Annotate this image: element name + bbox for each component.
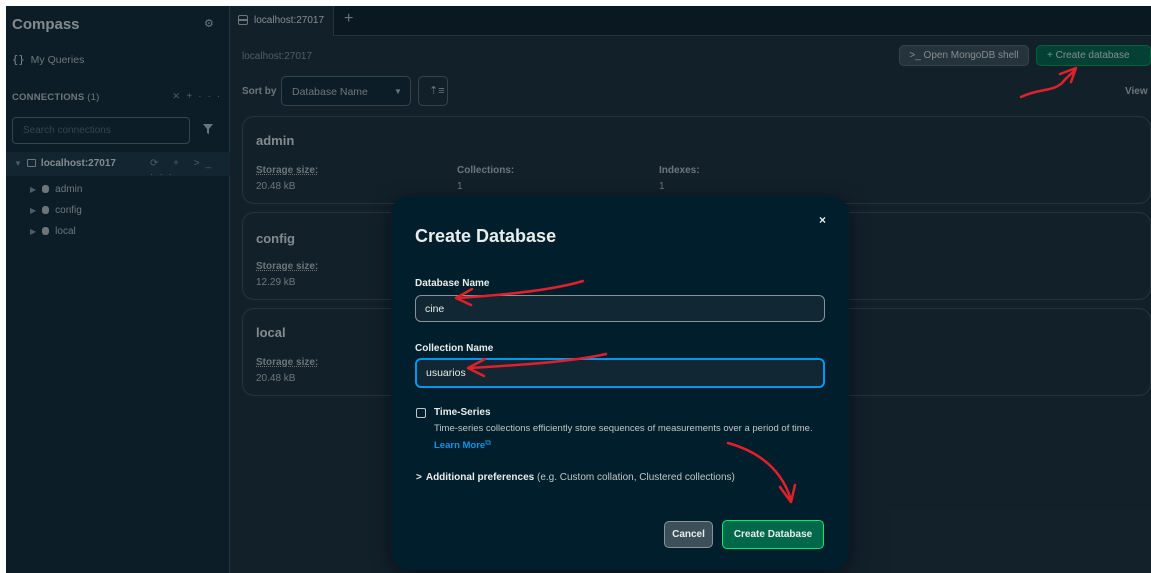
collection-name-field[interactable] bbox=[415, 358, 825, 388]
timeseries-description: Time-series collections efficiently stor… bbox=[434, 422, 824, 453]
database-name-input[interactable] bbox=[416, 296, 824, 321]
timeseries-desc-text: Time-series collections efficiently stor… bbox=[434, 423, 813, 434]
learn-more-link[interactable]: Learn More bbox=[434, 440, 485, 451]
timeseries-checkbox[interactable] bbox=[416, 408, 426, 418]
modal-title: Create Database bbox=[415, 226, 557, 246]
external-link-icon: ⧉ bbox=[485, 438, 491, 447]
additional-preferences-hint: (e.g. Custom collation, Clustered collec… bbox=[536, 472, 735, 483]
cancel-button[interactable]: Cancel bbox=[664, 521, 713, 548]
collection-name-input[interactable] bbox=[417, 360, 823, 386]
create-database-submit-button[interactable]: Create Database bbox=[722, 520, 824, 549]
additional-preferences-label: Additional preferences bbox=[425, 472, 535, 483]
database-name-label: Database Name bbox=[415, 278, 490, 289]
database-name-field[interactable] bbox=[415, 295, 825, 322]
compass-window: Compass ⚙ {} My Queries CONNECTIONS (1) ⨯… bbox=[6, 6, 1151, 573]
collection-name-label: Collection Name bbox=[415, 343, 494, 354]
additional-preferences-toggle[interactable]: > Additional preferences (e.g. Custom col… bbox=[416, 472, 735, 483]
chevron-right-icon: > bbox=[416, 472, 422, 483]
close-icon[interactable]: × bbox=[819, 213, 826, 227]
create-database-modal: × Create Database Database Name Collecti… bbox=[391, 196, 849, 570]
timeseries-label: Time-Series bbox=[434, 407, 491, 418]
